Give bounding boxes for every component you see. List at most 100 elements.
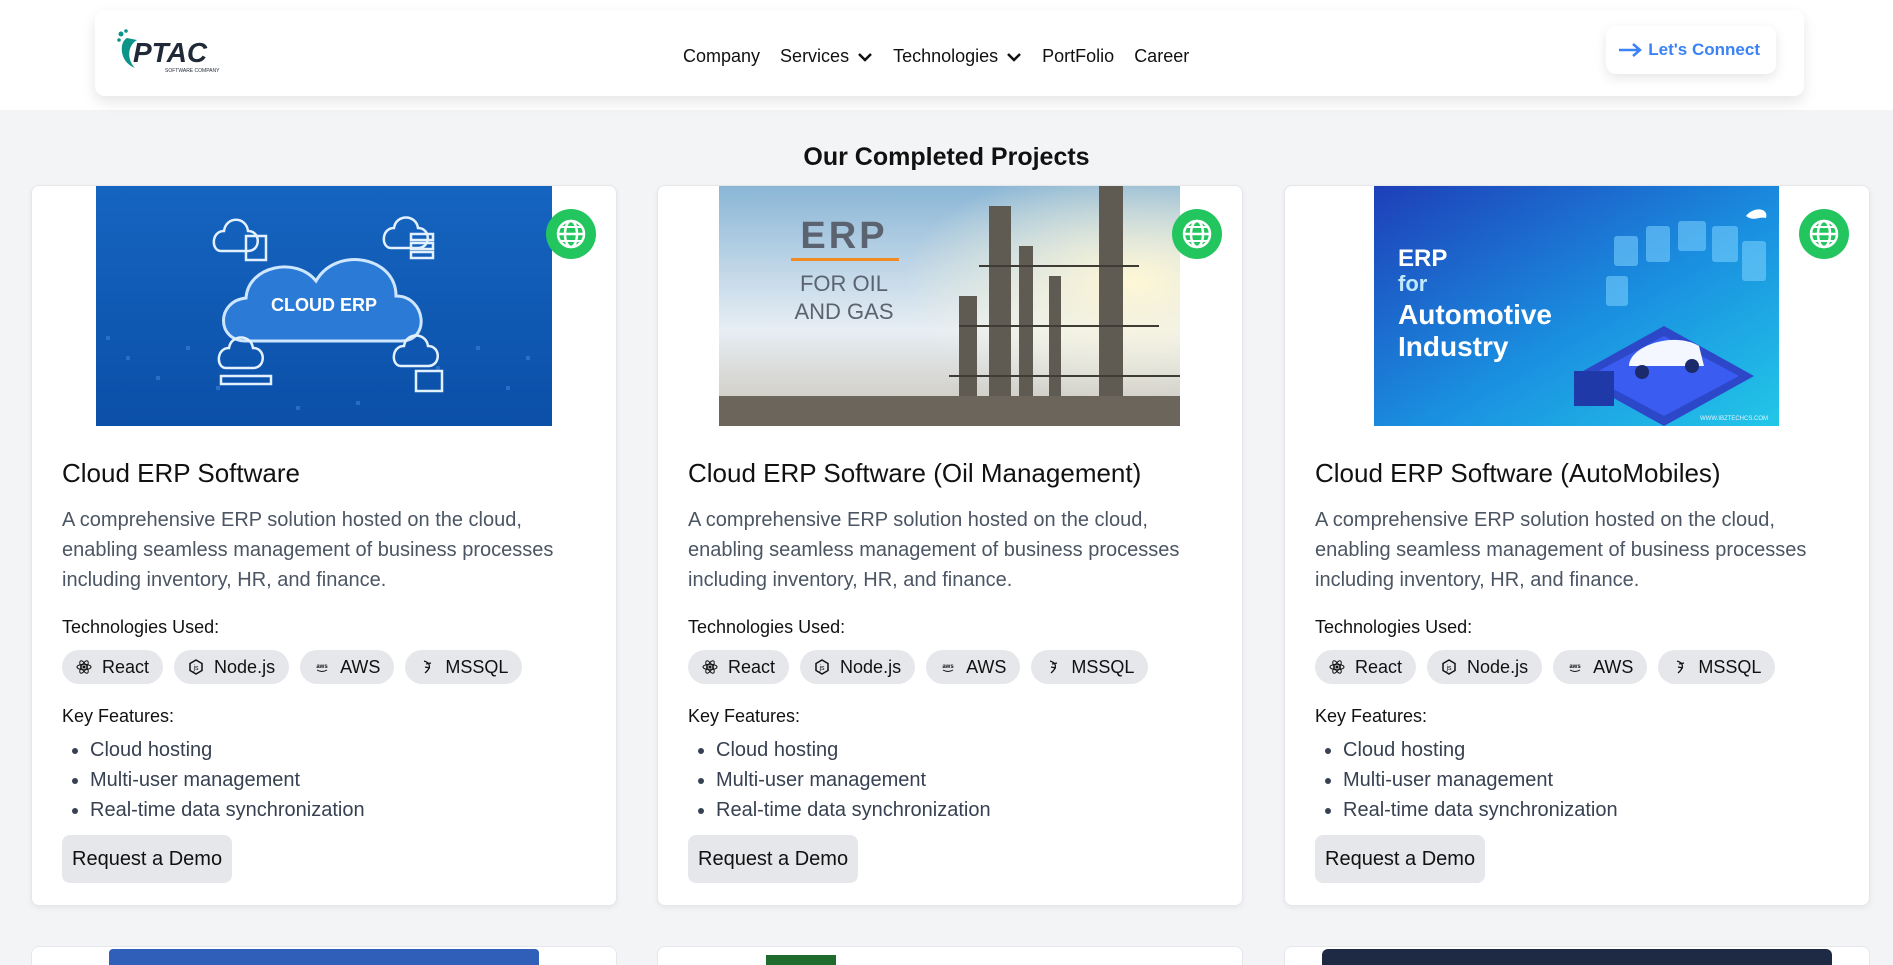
cloud-erp-image: CLOUD ERP bbox=[96, 186, 552, 426]
tag-mssql: MSSQL bbox=[1658, 650, 1776, 684]
request-demo-button[interactable]: Request a Demo bbox=[1315, 835, 1486, 883]
lets-connect-label: Let's Connect bbox=[1648, 40, 1760, 59]
svg-text:Automotive: Automotive bbox=[1398, 299, 1552, 330]
tag-react: React bbox=[1315, 650, 1417, 684]
feature-item: Multi-user management bbox=[90, 765, 586, 795]
mssql-icon bbox=[1677, 660, 1685, 674]
react-icon bbox=[702, 660, 718, 674]
feature-item: Real-time data synchronization bbox=[716, 795, 1212, 825]
tag-nodejs: js Node.js bbox=[174, 650, 290, 684]
lets-connect-button[interactable]: Let's Connect bbox=[1606, 26, 1776, 74]
project-image-2: ERP FOR OIL AND GAS bbox=[719, 186, 1180, 426]
svg-text:ERP: ERP bbox=[1398, 245, 1447, 272]
project-title: Cloud ERP Software (AutoMobiles) bbox=[1315, 458, 1721, 488]
nav-company[interactable]: Company bbox=[683, 46, 760, 67]
nav-career-label: Career bbox=[1134, 46, 1190, 66]
aws-icon: aws bbox=[316, 664, 328, 672]
svg-text:PTAC: PTAC bbox=[133, 37, 208, 68]
nav-technologies[interactable]: Technologies bbox=[893, 46, 1022, 67]
svg-text:ERP: ERP bbox=[800, 215, 887, 257]
svg-text:aws: aws bbox=[942, 664, 954, 670]
nodejs-icon: js bbox=[815, 659, 829, 675]
svg-text:for: for bbox=[1398, 271, 1428, 296]
tag-aws: aws AWS bbox=[926, 650, 1021, 684]
tag-nodejs: js Node.js bbox=[1427, 650, 1543, 684]
technology-tags: React js Node.js aws AWS MSSQL bbox=[1315, 650, 1839, 684]
svg-text:aws: aws bbox=[1569, 664, 1581, 670]
tag-mssql: MSSQL bbox=[1031, 650, 1149, 684]
project-description: A comprehensive ERP solution hosted on t… bbox=[688, 509, 1180, 591]
tag-nodejs: js Node.js bbox=[800, 650, 916, 684]
nodejs-icon: js bbox=[189, 659, 203, 675]
card-body: Cloud ERP Software (AutoMobiles) A compr… bbox=[1315, 458, 1839, 883]
tag-aws: aws AWS bbox=[300, 650, 395, 684]
nav-portfolio[interactable]: PortFolio bbox=[1042, 46, 1114, 67]
technologies-heading: Technologies Used: bbox=[1315, 617, 1473, 637]
project-title: Cloud ERP Software bbox=[62, 458, 300, 488]
erp-oil-gas-image: ERP FOR OIL AND GAS bbox=[719, 186, 1180, 426]
project-description: A comprehensive ERP solution hosted on t… bbox=[1315, 509, 1807, 591]
project-image-5 bbox=[766, 955, 836, 965]
chevron-down-icon bbox=[1007, 52, 1022, 62]
mssql-icon bbox=[1050, 660, 1058, 674]
tag-aws: aws AWS bbox=[1553, 650, 1648, 684]
svg-text:aws: aws bbox=[316, 664, 328, 670]
features-list: Cloud hosting Multi-user management Real… bbox=[688, 735, 1212, 825]
nav-career[interactable]: Career bbox=[1134, 46, 1189, 67]
request-demo-button[interactable]: Request a Demo bbox=[688, 835, 859, 883]
erp-automotive-image: ERP for Automotive Industry WWW.IBZTECHC… bbox=[1374, 186, 1779, 426]
svg-text:js: js bbox=[819, 665, 826, 672]
nav-portfolio-label: PortFolio bbox=[1042, 46, 1115, 66]
react-icon bbox=[1329, 660, 1345, 674]
project-card-4 bbox=[31, 946, 617, 965]
feature-item: Multi-user management bbox=[716, 765, 1212, 795]
features-heading: Key Features: bbox=[688, 706, 801, 726]
technologies-heading: Technologies Used: bbox=[688, 617, 846, 637]
nav-services-label: Services bbox=[780, 46, 850, 66]
features-list: Cloud hosting Multi-user management Real… bbox=[1315, 735, 1839, 825]
website-link-button[interactable] bbox=[1172, 209, 1222, 259]
technologies-heading: Technologies Used: bbox=[62, 617, 220, 637]
globe-icon bbox=[556, 219, 586, 249]
nav-links: Company Services Technologies PortFolio … bbox=[683, 46, 1189, 67]
project-image-4 bbox=[109, 949, 539, 965]
arrow-right-icon bbox=[1619, 43, 1643, 57]
technology-tags: React js Node.js aws AWS MSSQL bbox=[62, 650, 586, 684]
technology-tags: React js Node.js aws AWS MSSQL bbox=[688, 650, 1212, 684]
nav-technologies-label: Technologies bbox=[893, 46, 999, 66]
card-body: Cloud ERP Software (Oil Management) A co… bbox=[688, 458, 1212, 883]
svg-text:CLOUD ERP: CLOUD ERP bbox=[271, 295, 377, 315]
aws-icon: aws bbox=[1569, 664, 1581, 672]
aws-icon: aws bbox=[942, 664, 954, 672]
project-image-1: CLOUD ERP bbox=[96, 186, 552, 426]
feature-item: Real-time data synchronization bbox=[1343, 795, 1839, 825]
svg-text:js: js bbox=[1446, 665, 1453, 672]
ptac-logo-icon: PTAC SOFTWARE COMPANY bbox=[117, 29, 220, 74]
nodejs-icon: js bbox=[1442, 659, 1456, 675]
tag-react: React bbox=[688, 650, 790, 684]
globe-icon bbox=[1809, 219, 1839, 249]
feature-item: Real-time data synchronization bbox=[90, 795, 586, 825]
feature-item: Cloud hosting bbox=[716, 735, 1212, 765]
website-link-button[interactable] bbox=[1799, 209, 1849, 259]
project-card-5 bbox=[657, 946, 1243, 965]
section-title: Our Completed Projects bbox=[803, 143, 1090, 171]
mssql-icon bbox=[424, 660, 432, 674]
tag-react: React bbox=[62, 650, 164, 684]
project-card-3: ERP for Automotive Industry WWW.IBZTECHC… bbox=[1284, 185, 1870, 906]
website-link-button[interactable] bbox=[546, 209, 596, 259]
svg-text:AND GAS: AND GAS bbox=[794, 299, 893, 324]
project-card-2: ERP FOR OIL AND GAS Cloud ERP Software (… bbox=[657, 185, 1243, 906]
features-heading: Key Features: bbox=[62, 706, 175, 726]
project-card-1: CLOUD ERP Cloud ERP Software A comprehen… bbox=[31, 185, 617, 906]
svg-text:SOFTWARE COMPANY: SOFTWARE COMPANY bbox=[165, 68, 220, 74]
nav-services[interactable]: Services bbox=[780, 46, 873, 67]
request-demo-button[interactable]: Request a Demo bbox=[62, 835, 233, 883]
card-body: Cloud ERP Software A comprehensive ERP s… bbox=[62, 458, 586, 883]
project-image-6 bbox=[1322, 949, 1832, 965]
svg-text:js: js bbox=[193, 665, 200, 672]
svg-text:FOR OIL: FOR OIL bbox=[800, 271, 888, 296]
nav-company-label: Company bbox=[683, 46, 761, 66]
tag-mssql: MSSQL bbox=[405, 650, 523, 684]
logo[interactable]: PTAC SOFTWARE COMPANY bbox=[115, 28, 225, 76]
